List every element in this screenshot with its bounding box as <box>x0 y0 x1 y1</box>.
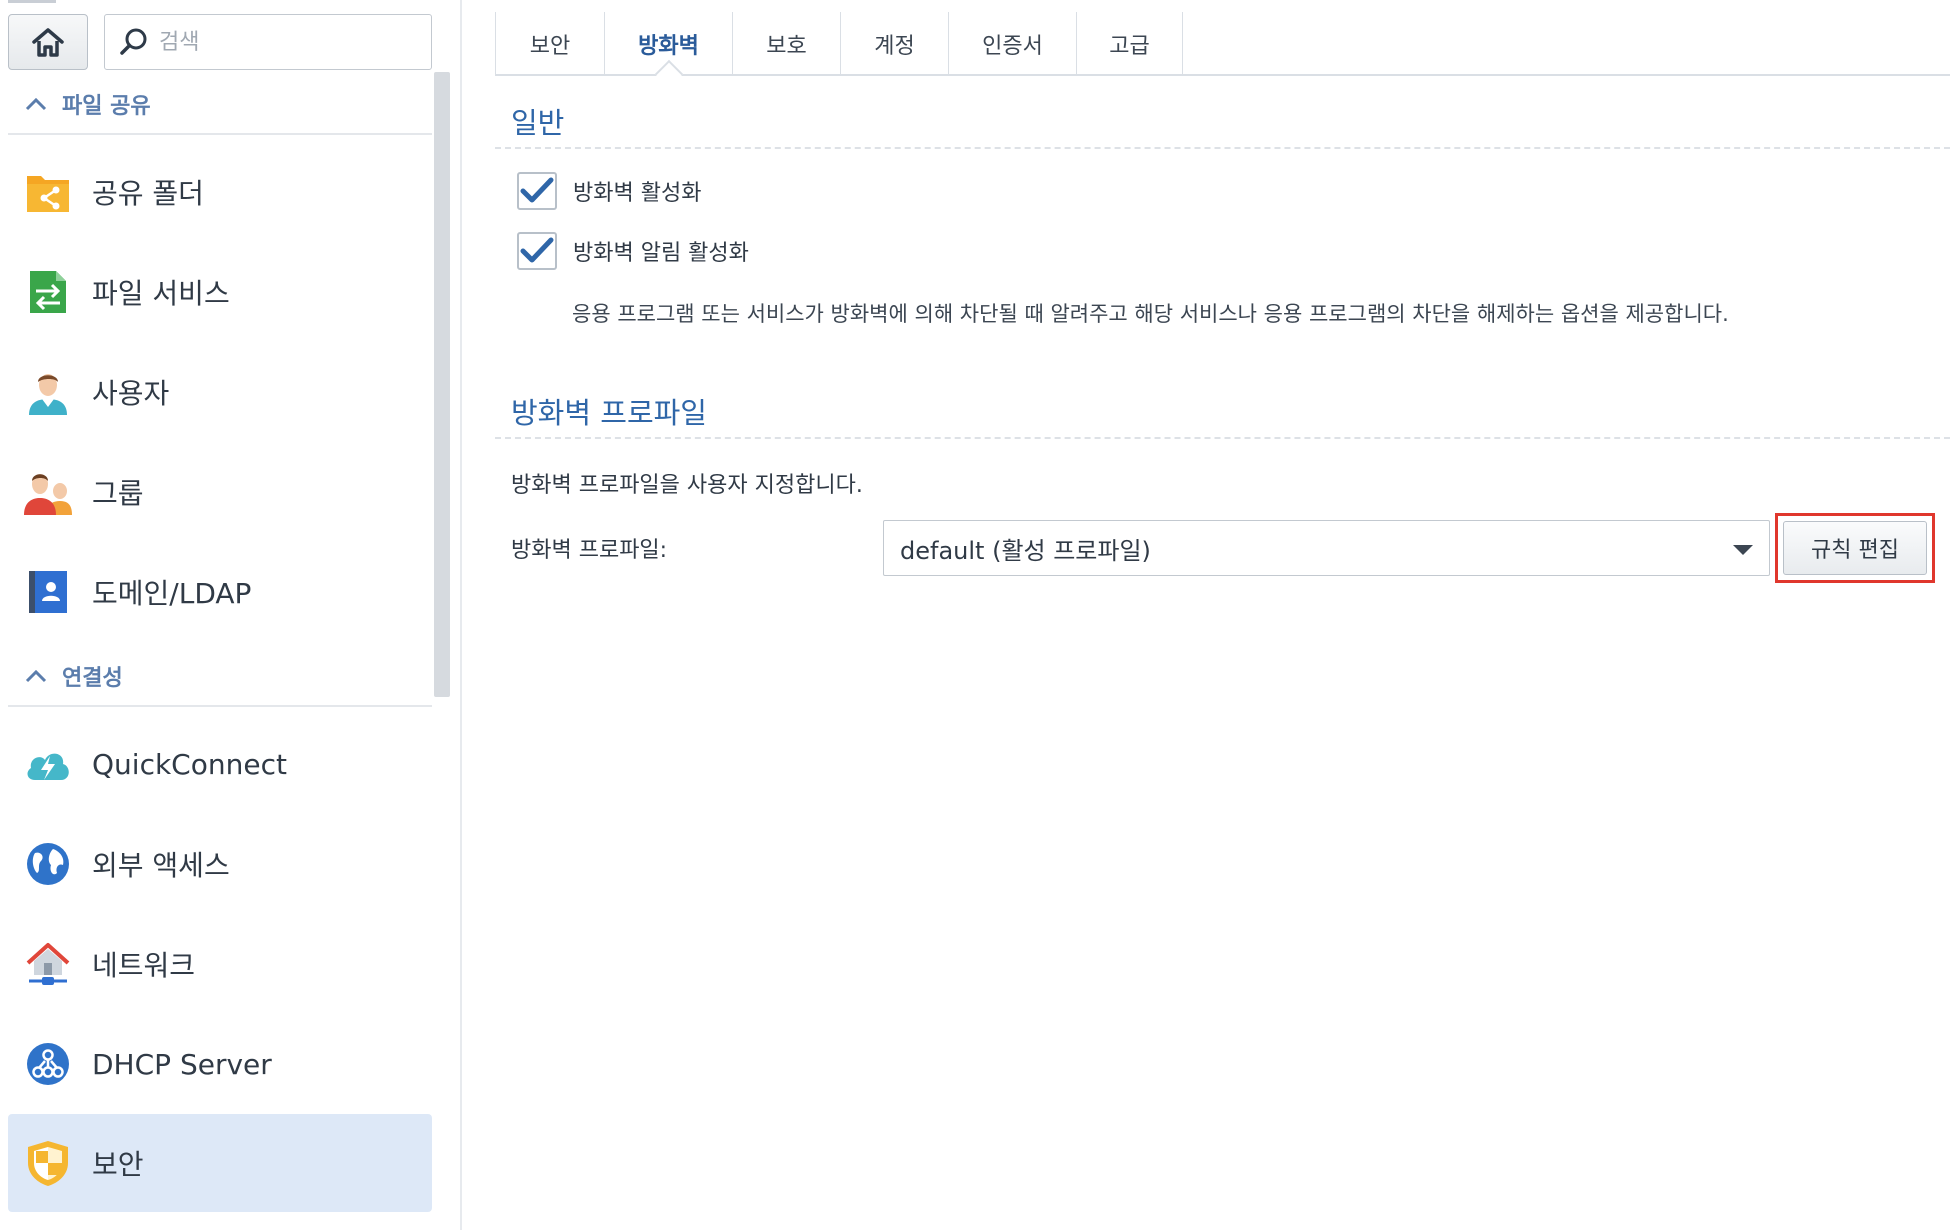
section-file-sharing[interactable]: 파일 공유 <box>8 75 432 135</box>
sidebar-scrollbar[interactable] <box>434 72 450 697</box>
enable-firewall-label: 방화벽 활성화 <box>573 181 702 206</box>
group-icon <box>24 468 72 516</box>
sidebar-item-group[interactable]: 그룹 <box>8 443 432 541</box>
user-icon <box>24 368 72 416</box>
tab-bar: 보안 방화벽 보호 계정 인증서 고급 <box>495 0 1950 76</box>
notification-description: 응용 프로그램 또는 서비스가 방화벽에 의해 차단될 때 알려주고 해당 서비… <box>572 302 1729 326</box>
section-divider <box>495 437 1950 439</box>
dropdown-arrow-icon <box>1733 545 1753 555</box>
sidebar-item-user[interactable]: 사용자 <box>8 343 432 441</box>
section-connectivity[interactable]: 연결성 <box>8 647 432 707</box>
sidebar-item-label: 그룹 <box>92 477 144 510</box>
sidebar-item-label: 외부 액세스 <box>92 849 230 882</box>
sidebar: 파일 공유 공유 폴더 파일 서비스 <box>0 0 455 1230</box>
section-label: 파일 공유 <box>62 94 151 119</box>
profile-description: 방화벽 프로파일을 사용자 지정합니다. <box>511 473 863 498</box>
sidebar-item-network[interactable]: 네트워크 <box>8 915 432 1013</box>
general-section-title: 일반 <box>511 106 565 140</box>
sidebar-item-domain-ldap[interactable]: 도메인/LDAP <box>8 543 432 641</box>
section-label: 연결성 <box>62 666 123 691</box>
home-button[interactable] <box>8 14 88 70</box>
sidebar-item-dhcp-server[interactable]: DHCP Server <box>8 1015 432 1113</box>
dhcp-server-icon <box>24 1040 72 1088</box>
quickconnect-icon <box>24 740 72 788</box>
sidebar-item-security[interactable]: 보안 <box>8 1114 432 1212</box>
tab-account[interactable]: 계정 <box>841 12 949 76</box>
sidebar-divider <box>460 0 462 1230</box>
tab-certificate[interactable]: 인증서 <box>949 12 1077 76</box>
enable-firewall-checkbox[interactable] <box>517 172 557 210</box>
checkmark-icon <box>520 177 554 203</box>
enable-notifications-row[interactable]: 방화벽 알림 활성화 <box>517 232 749 270</box>
sidebar-item-file-services[interactable]: 파일 서비스 <box>8 243 432 341</box>
top-strip <box>8 0 56 3</box>
sidebar-item-shared-folder[interactable]: 공유 폴더 <box>8 143 432 241</box>
profile-field-label: 방화벽 프로파일: <box>511 538 668 563</box>
sidebar-item-label: 보안 <box>92 1148 144 1181</box>
sidebar-item-quickconnect[interactable]: QuickConnect <box>8 715 432 813</box>
shared-folder-icon <box>24 168 72 216</box>
main-panel: 보안 방화벽 보호 계정 인증서 고급 일반 방화벽 활성화 방화벽 알림 활성… <box>495 0 1950 1230</box>
sidebar-item-label: 파일 서비스 <box>92 277 230 310</box>
chevron-up-icon <box>25 97 47 111</box>
selected-profile-value: default (활성 프로파일) <box>900 536 1151 565</box>
tab-protection[interactable]: 보호 <box>733 12 841 76</box>
home-icon <box>32 28 64 57</box>
search-icon <box>120 28 147 55</box>
search-box[interactable] <box>104 14 432 70</box>
enable-firewall-row[interactable]: 방화벽 활성화 <box>517 172 701 210</box>
edit-rules-highlight: 규칙 편집 <box>1775 513 1935 583</box>
tab-security[interactable]: 보안 <box>495 12 605 76</box>
enable-notifications-checkbox[interactable] <box>517 232 557 270</box>
edit-rules-button[interactable]: 규칙 편집 <box>1783 521 1927 575</box>
security-shield-icon <box>24 1139 72 1187</box>
enable-notifications-label: 방화벽 알림 활성화 <box>573 241 749 266</box>
external-access-icon <box>24 840 72 888</box>
sidebar-item-label: QuickConnect <box>92 747 287 781</box>
section-divider <box>495 147 1950 149</box>
firewall-profile-select[interactable]: default (활성 프로파일) <box>883 520 1770 576</box>
tab-advanced[interactable]: 고급 <box>1077 12 1183 76</box>
file-services-icon <box>24 268 72 316</box>
checkmark-icon <box>520 237 554 263</box>
sidebar-item-label: 사용자 <box>92 377 170 410</box>
search-input[interactable] <box>159 29 409 55</box>
network-icon <box>24 940 72 988</box>
profile-section-title: 방화벽 프로파일 <box>511 396 707 430</box>
sidebar-item-label: 네트워크 <box>92 949 196 982</box>
sidebar-item-external-access[interactable]: 외부 액세스 <box>8 815 432 913</box>
sidebar-item-label: DHCP Server <box>92 1047 272 1081</box>
chevron-up-icon <box>25 669 47 683</box>
domain-ldap-icon <box>24 568 72 616</box>
sidebar-item-label: 도메인/LDAP <box>92 577 252 610</box>
sidebar-item-label: 공유 폴더 <box>92 177 204 210</box>
